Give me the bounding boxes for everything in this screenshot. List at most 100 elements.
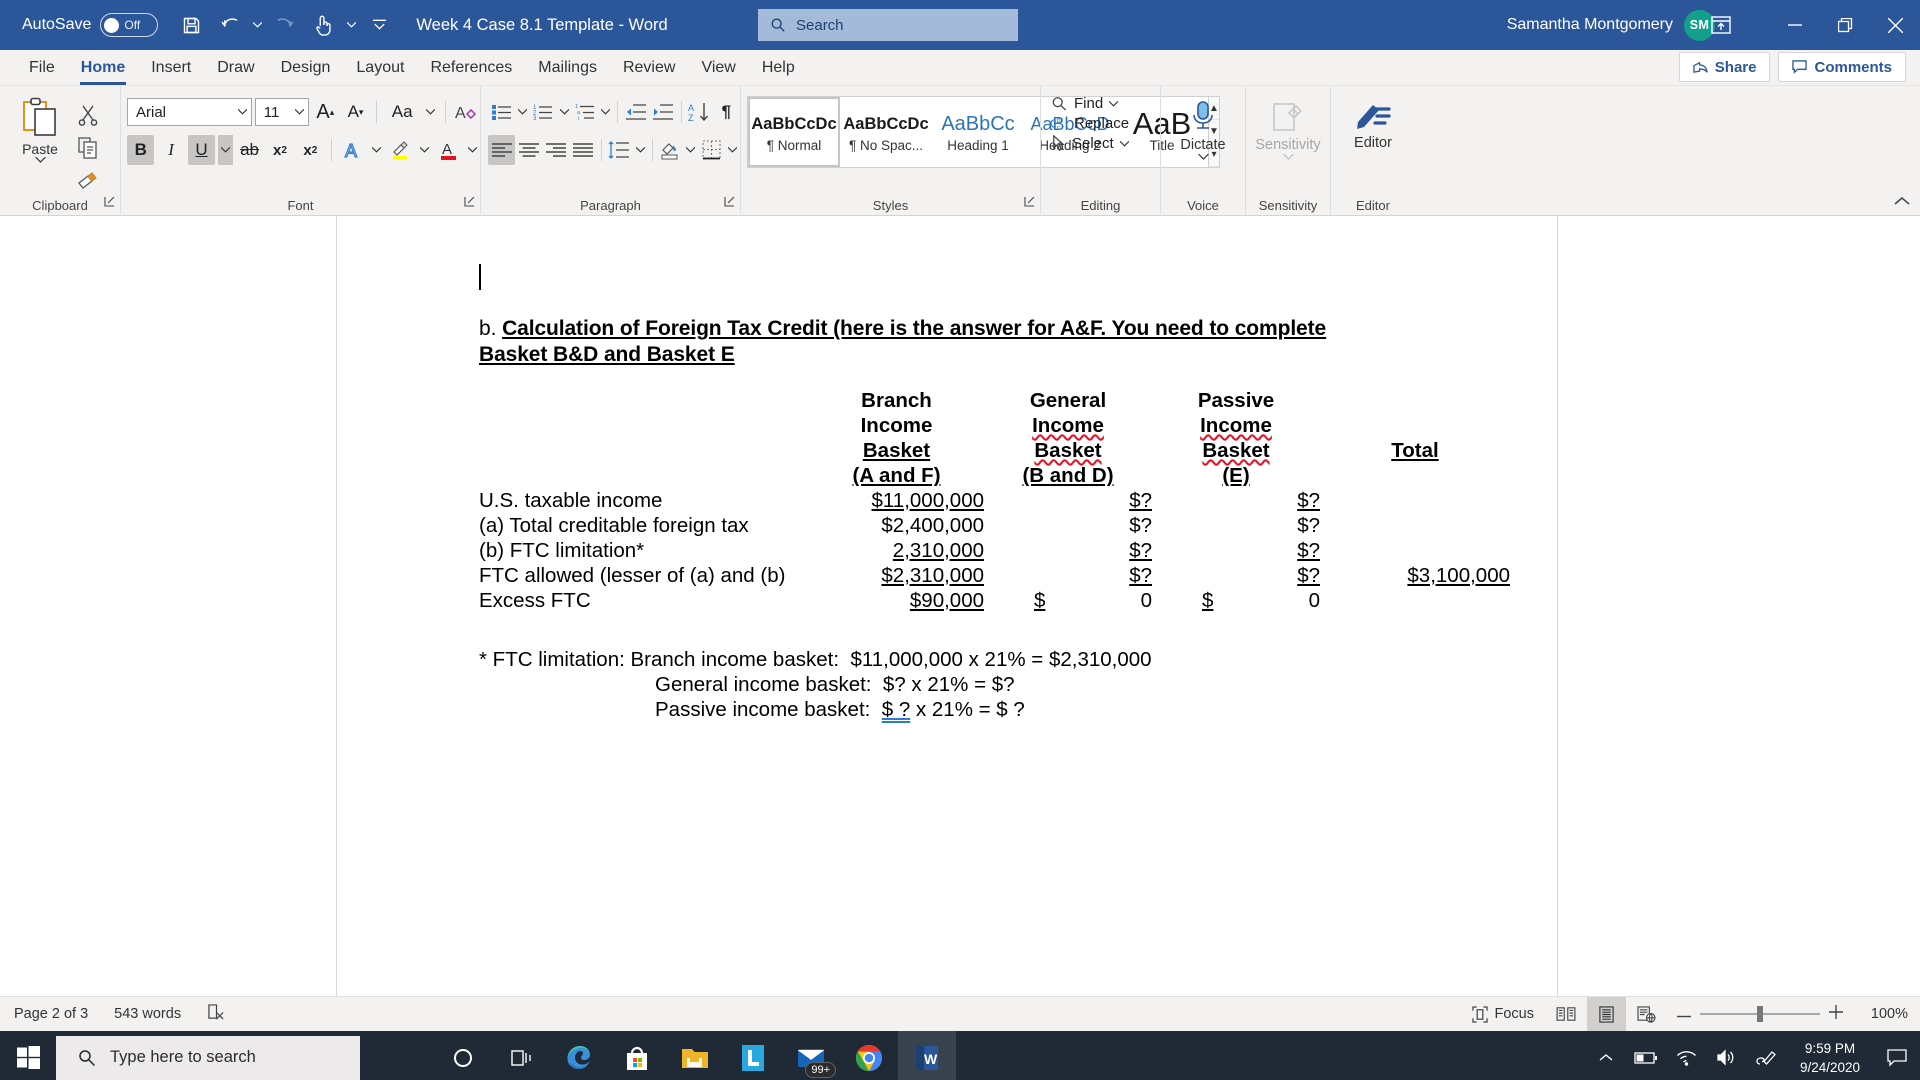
sort-icon[interactable]: AZ [686, 97, 713, 127]
font-size-combobox[interactable]: 11 [254, 98, 309, 126]
underline-dropdown-icon[interactable] [218, 135, 233, 165]
onedrive-pen-icon[interactable] [1746, 1031, 1786, 1080]
tab-insert[interactable]: Insert [138, 51, 204, 85]
multilevel-list-icon[interactable]: 1ai [572, 97, 599, 127]
text-effects-icon[interactable]: A [339, 135, 366, 165]
clock[interactable]: 9:59 PM 9/24/2020 [1786, 1039, 1874, 1077]
bullet-list-dropdown-icon[interactable] [515, 97, 530, 127]
focus-mode-button[interactable]: Focus [1461, 997, 1546, 1032]
format-painter-icon[interactable] [73, 166, 103, 196]
mail-icon[interactable]: 99+ [782, 1031, 840, 1080]
touch-mode-dropdown-icon[interactable] [342, 7, 360, 43]
underline-button[interactable]: U [187, 135, 216, 165]
find-button[interactable]: Find [1041, 92, 1160, 112]
select-button[interactable]: Select [1041, 132, 1160, 152]
decrease-indent-icon[interactable] [622, 97, 649, 127]
edge-icon[interactable] [550, 1031, 608, 1080]
style-item-normal[interactable]: AaBbCcDc ¶ Normal [748, 97, 840, 167]
font-color-icon[interactable]: A [435, 135, 462, 165]
styles-dialog-launcher-icon[interactable] [1024, 194, 1035, 212]
borders-icon[interactable] [698, 135, 725, 165]
zoom-slider-thumb[interactable] [1757, 1006, 1763, 1022]
numbered-list-dropdown-icon[interactable] [557, 97, 572, 127]
print-layout-button[interactable] [1587, 996, 1626, 1032]
dictate-button[interactable]: Dictate [1161, 92, 1245, 160]
save-icon[interactable] [172, 7, 210, 43]
line-spacing-dropdown-icon[interactable] [633, 135, 648, 165]
tab-design[interactable]: Design [268, 51, 344, 85]
show-formatting-marks-icon[interactable]: ¶ [713, 97, 740, 127]
page-indicator[interactable]: Page 2 of 3 [14, 1006, 88, 1022]
touch-mode-icon[interactable] [304, 7, 342, 43]
subscript-button[interactable]: x2 [266, 135, 293, 165]
search-box[interactable]: Search [758, 9, 1018, 41]
paragraph-dialog-launcher-icon[interactable] [724, 194, 735, 212]
shading-dropdown-icon[interactable] [684, 135, 699, 165]
font-name-combobox[interactable]: Arial [127, 98, 252, 126]
borders-dropdown-icon[interactable] [725, 135, 740, 165]
font-dialog-launcher-icon[interactable] [464, 194, 475, 212]
shrink-font-icon[interactable]: A ▾ [342, 97, 369, 127]
lockdown-browser-icon[interactable] [724, 1031, 782, 1080]
tab-layout[interactable]: Layout [343, 51, 417, 85]
bold-button[interactable]: B [127, 135, 155, 165]
word-count[interactable]: 543 words [114, 1006, 181, 1022]
strikethrough-button[interactable]: ab [236, 135, 263, 165]
line-spacing-icon[interactable] [606, 135, 633, 165]
increase-indent-icon[interactable] [649, 97, 676, 127]
microsoft-store-icon[interactable] [608, 1031, 666, 1080]
task-view-icon[interactable] [492, 1031, 550, 1080]
editor-button[interactable]: Editor [1331, 92, 1415, 151]
minimize-button[interactable] [1770, 0, 1820, 50]
paste-button[interactable]: Paste [7, 92, 73, 196]
document-page[interactable]: b. Calculation of Foreign Tax Credit (he… [336, 216, 1558, 996]
battery-icon[interactable] [1626, 1031, 1666, 1080]
style-item-no-spacing[interactable]: AaBbCcDc ¶ No Spac... [840, 97, 932, 167]
tab-file[interactable]: File [16, 51, 68, 85]
zoom-level[interactable]: 100% [1860, 1006, 1908, 1022]
undo-dropdown-icon[interactable] [248, 7, 266, 43]
file-explorer-icon[interactable] [666, 1031, 724, 1080]
multilevel-list-dropdown-icon[interactable] [599, 97, 614, 127]
proofing-errors-icon[interactable] [207, 1003, 226, 1025]
word-icon[interactable]: W [898, 1031, 956, 1080]
bullet-list-icon[interactable] [488, 97, 515, 127]
tab-view[interactable]: View [688, 51, 748, 85]
copy-icon[interactable] [73, 133, 103, 163]
zoom-slider[interactable] [1700, 1006, 1820, 1022]
undo-icon[interactable] [210, 7, 248, 43]
tab-mailings[interactable]: Mailings [525, 51, 610, 85]
chrome-icon[interactable] [840, 1031, 898, 1080]
align-right-button[interactable] [542, 135, 569, 165]
zoom-in-button[interactable] [1829, 1005, 1843, 1023]
restore-button[interactable] [1820, 0, 1870, 50]
autosave-control[interactable]: AutoSave Off [22, 13, 159, 37]
close-button[interactable] [1870, 0, 1920, 50]
collapse-ribbon-icon[interactable] [1894, 193, 1910, 211]
style-item-heading-1[interactable]: AaBbCc Heading 1 [932, 97, 1024, 167]
comments-button[interactable]: Comments [1778, 52, 1906, 82]
read-mode-button[interactable] [1545, 997, 1587, 1032]
text-effects-dropdown-icon[interactable] [369, 135, 384, 165]
customize-quick-access-icon[interactable] [360, 7, 398, 43]
tab-home[interactable]: Home [68, 51, 138, 85]
wifi-icon[interactable] [1666, 1031, 1706, 1080]
tab-references[interactable]: References [417, 51, 525, 85]
taskbar-search-box[interactable]: Type here to search [56, 1035, 360, 1080]
tab-help[interactable]: Help [749, 51, 808, 85]
numbered-list-icon[interactable]: 123 [530, 97, 557, 127]
grow-font-icon[interactable]: A ▴ [312, 97, 339, 127]
change-case-icon[interactable]: Aa [384, 97, 420, 127]
autosave-toggle[interactable]: Off [100, 13, 159, 37]
highlight-color-icon[interactable] [387, 135, 414, 165]
volume-icon[interactable] [1706, 1031, 1746, 1080]
superscript-button[interactable]: x2 [297, 135, 324, 165]
font-color-dropdown-icon[interactable] [465, 135, 480, 165]
align-left-button[interactable] [488, 135, 516, 165]
action-center-button[interactable] [1874, 1031, 1920, 1080]
clear-formatting-icon[interactable]: A [453, 97, 480, 127]
zoom-out-button[interactable] [1677, 1006, 1691, 1022]
align-center-button[interactable] [515, 135, 542, 165]
cortana-icon[interactable] [434, 1031, 492, 1080]
tab-review[interactable]: Review [610, 51, 688, 85]
